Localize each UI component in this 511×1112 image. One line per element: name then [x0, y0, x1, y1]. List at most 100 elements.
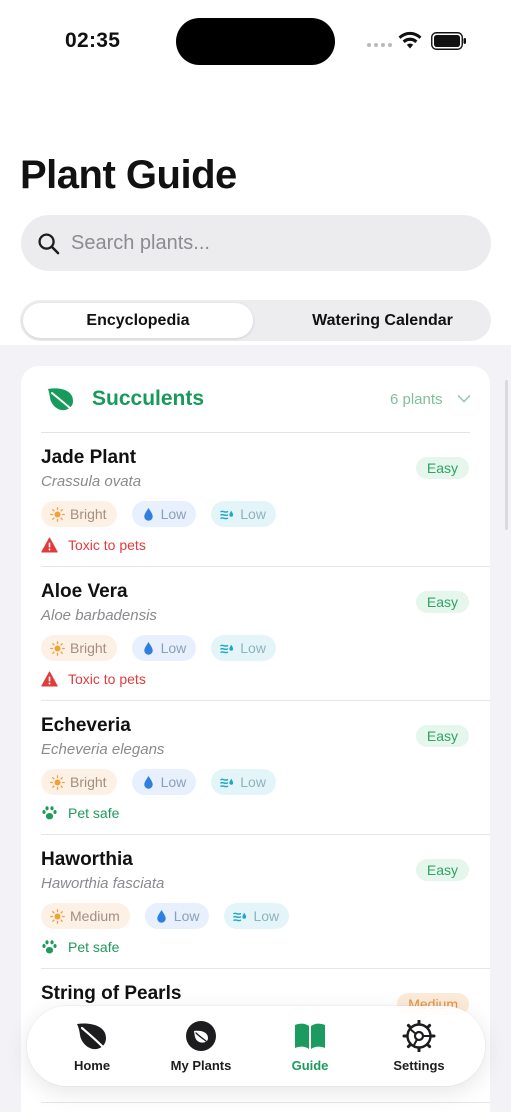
chevron-down-icon[interactable]	[457, 394, 471, 404]
humidity-label: Low	[240, 506, 266, 522]
segment-encyclopedia[interactable]: Encyclopedia	[23, 303, 253, 338]
tab-guide[interactable]: Guide	[250, 1006, 370, 1086]
category-card: Succulents 6 plants Jade Plant Crassula o…	[21, 366, 490, 1112]
leaf-icon	[48, 388, 73, 411]
warning-icon	[41, 537, 58, 553]
water-tag: Low	[144, 903, 210, 929]
segment-watering-calendar[interactable]: Watering Calendar	[277, 303, 488, 338]
care-tags: Medium Low Low	[41, 903, 290, 929]
book-icon	[295, 1023, 325, 1049]
tab-my-plants[interactable]: My Plants	[141, 1006, 261, 1086]
plant-row[interactable]: Jade Plant Crassula ovata Easy Bright Low Low…	[21, 433, 490, 567]
paw-icon	[42, 806, 57, 820]
toxic-warning: Toxic to pets	[41, 671, 146, 687]
pet-safe-note: Pet safe	[41, 939, 119, 955]
segmented-control: Encyclopedia Watering Calendar	[20, 300, 491, 341]
tab-home[interactable]: Home	[32, 1006, 152, 1086]
plant-scientific-name: Crassula ovata	[41, 473, 142, 490]
water-label: Low	[160, 640, 187, 656]
care-tags: Bright Low Low	[41, 635, 276, 661]
status-time: 02:35	[65, 29, 121, 52]
droplet-icon	[143, 507, 153, 521]
paw-icon	[42, 940, 57, 954]
plant-circle-icon	[186, 1020, 216, 1051]
humidity-label: Low	[240, 640, 266, 656]
humidity-tag: Low	[211, 635, 276, 661]
tab-bar: Home My Plants Guide Settings	[27, 1006, 485, 1086]
plant-scientific-name: Aloe barbadensis	[41, 607, 157, 624]
category-title: Succulents	[92, 387, 205, 410]
light-tag: Bright	[41, 501, 117, 527]
water-label: Low	[160, 506, 187, 522]
category-header[interactable]: Succulents 6 plants	[21, 366, 490, 432]
leaf-icon	[77, 1023, 106, 1049]
plant-name: String of Pearls	[41, 983, 182, 1004]
humidity-icon	[233, 912, 247, 921]
pet-note-label: Toxic to pets	[68, 537, 146, 553]
tab-settings[interactable]: Settings	[359, 1006, 479, 1086]
light-label: Bright	[70, 506, 107, 522]
humidity-label: Low	[240, 774, 266, 790]
humidity-label: Low	[253, 908, 280, 924]
sun-icon	[50, 908, 65, 924]
plant-row[interactable]: Aloe Vera Aloe barbadensis Easy Bright Low Lo…	[21, 567, 490, 701]
humidity-icon	[220, 510, 234, 519]
toxic-warning: Toxic to pets	[41, 537, 146, 553]
pet-note-label: Pet safe	[68, 939, 120, 955]
sun-icon	[50, 640, 65, 656]
difficulty-badge: Easy	[415, 859, 469, 881]
light-tag: Bright	[41, 769, 117, 795]
divider	[41, 1102, 490, 1103]
pet-safe-note: Pet safe	[41, 805, 119, 821]
scroll-indicator[interactable]	[505, 380, 508, 530]
battery-icon	[431, 32, 466, 50]
plant-name: Jade Plant	[41, 447, 137, 468]
dynamic-island	[176, 18, 335, 65]
droplet-icon	[157, 909, 166, 923]
plant-name: Echeveria	[41, 715, 131, 736]
light-label: Bright	[70, 640, 107, 656]
tab-label: Home	[73, 1057, 111, 1073]
water-tag: Low	[131, 501, 197, 527]
page-title: Plant Guide	[20, 153, 237, 197]
gear-icon	[402, 1019, 436, 1052]
search-input[interactable]	[71, 215, 471, 271]
plant-scientific-name: Echeveria elegans	[41, 741, 165, 758]
humidity-tag: Low	[211, 501, 276, 527]
plant-row[interactable]: Haworthia Haworthia fasciata Easy Medium Low…	[21, 835, 490, 969]
droplet-icon	[143, 775, 153, 789]
tab-label: Guide	[291, 1057, 329, 1073]
search-icon	[38, 233, 60, 255]
care-tags: Bright Low Low	[41, 769, 276, 795]
tab-label: My Plants	[170, 1057, 232, 1073]
pet-note-label: Pet safe	[68, 805, 120, 821]
plant-scientific-name: Haworthia fasciata	[41, 875, 165, 892]
droplet-icon	[143, 641, 153, 655]
warning-icon	[41, 671, 58, 687]
category-count: 6 plants	[390, 391, 443, 408]
difficulty-badge: Easy	[415, 591, 469, 613]
search-bar[interactable]	[21, 215, 491, 271]
pet-note-label: Toxic to pets	[68, 671, 146, 687]
water-tag: Low	[131, 769, 197, 795]
difficulty-badge: Easy	[415, 725, 469, 747]
light-tag: Medium	[41, 903, 130, 929]
plant-row[interactable]: Echeveria Echeveria elegans Easy Bright Low L…	[21, 701, 490, 835]
water-label: Low	[160, 774, 187, 790]
sun-icon	[50, 506, 65, 522]
light-label: Bright	[70, 774, 107, 790]
humidity-icon	[220, 778, 234, 787]
difficulty-badge: Easy	[415, 457, 469, 479]
humidity-tag: Low	[211, 769, 276, 795]
signal-icon	[367, 43, 392, 47]
humidity-tag: Low	[224, 903, 290, 929]
humidity-icon	[220, 644, 234, 653]
light-label: Medium	[70, 908, 120, 924]
water-tag: Low	[131, 635, 197, 661]
tab-label: Settings	[393, 1057, 445, 1073]
plant-name: Aloe Vera	[41, 581, 128, 602]
status-bar: 02:35	[0, 0, 511, 84]
light-tag: Bright	[41, 635, 117, 661]
sun-icon	[50, 774, 65, 790]
wifi-icon	[398, 31, 422, 49]
